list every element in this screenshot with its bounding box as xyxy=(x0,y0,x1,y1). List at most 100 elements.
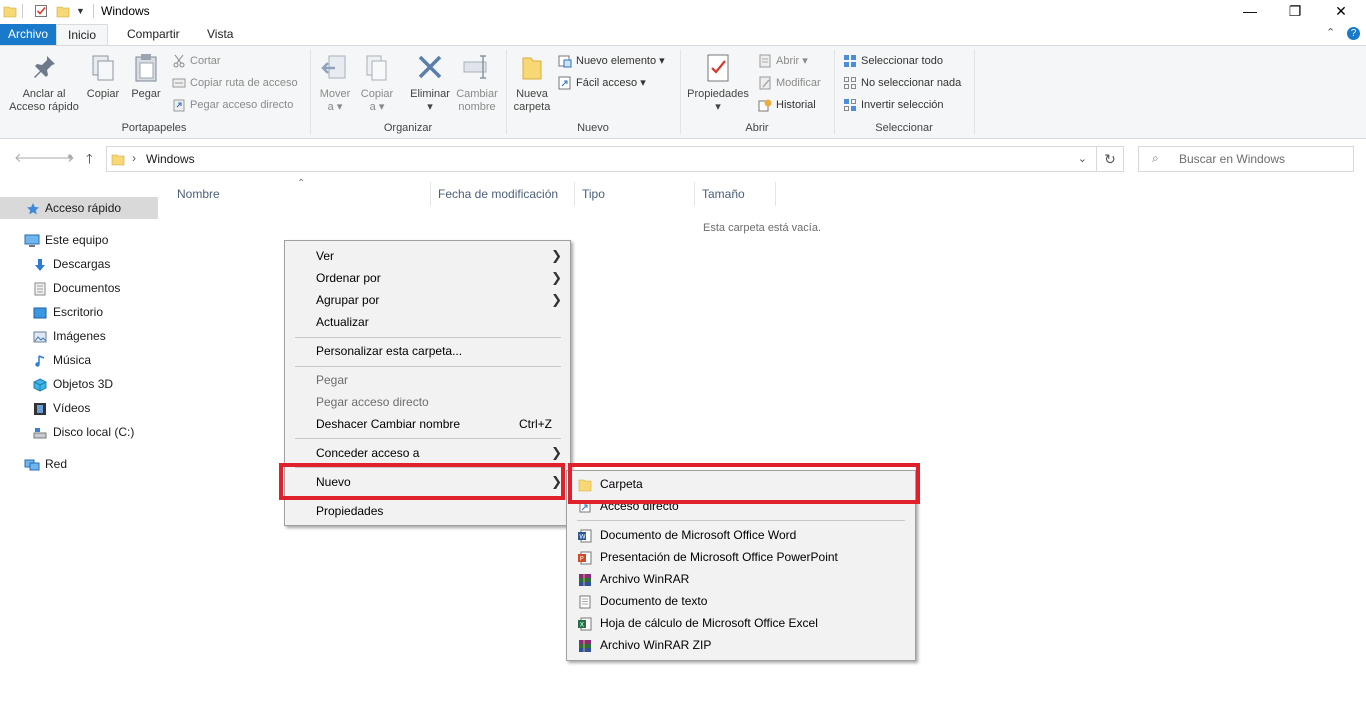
copy-button[interactable]: Copiar xyxy=(84,52,122,101)
select-none-button[interactable]: No seleccionar nada xyxy=(843,74,961,92)
new-folder-button[interactable]: Nueva carpeta xyxy=(511,52,553,114)
menu-item-undo-rename[interactable]: Deshacer Cambiar nombre Ctrl+Z xyxy=(285,413,570,435)
group-select-label: Seleccionar xyxy=(875,122,933,134)
ribbon: Anclar al Acceso rápido Copiar Pegar Cor… xyxy=(0,45,1366,139)
search-input[interactable]: Buscar en Windows xyxy=(1179,152,1285,166)
menu-item-paste[interactable]: Pegar xyxy=(285,369,570,391)
menu-item-refresh[interactable]: Actualizar xyxy=(285,311,570,333)
paste-shortcut-button[interactable]: Pegar acceso directo xyxy=(172,96,293,114)
menu-item-properties[interactable]: Propiedades xyxy=(285,500,570,522)
move-to-button[interactable]: Mover a ▾ xyxy=(316,52,354,114)
nav-item-pictures[interactable]: Imágenes xyxy=(0,325,158,347)
new-folder-label-1: Nueva xyxy=(516,88,548,100)
breadcrumb-windows[interactable]: Windows xyxy=(146,152,195,166)
copy-to-button[interactable]: Copiar a ▾ xyxy=(358,52,396,114)
help-icon[interactable]: ? xyxy=(1347,27,1360,40)
nav-item-desktop[interactable]: Escritorio xyxy=(0,301,158,323)
tab-file[interactable]: Archivo xyxy=(0,24,56,46)
rename-button[interactable]: Cambiar nombre xyxy=(454,52,500,114)
group-new-label: Nuevo xyxy=(577,122,609,134)
cut-button[interactable]: Cortar xyxy=(172,52,221,70)
properties-check-icon[interactable] xyxy=(34,4,48,18)
submenu-item-winrar[interactable]: Archivo WinRAR xyxy=(567,568,915,590)
paste-button[interactable]: Pegar xyxy=(127,52,165,101)
menu-item-sort-by[interactable]: Ordenar por ❯ xyxy=(285,267,570,289)
submenu-item-excel[interactable]: X Hoja de cálculo de Microsoft Office Ex… xyxy=(567,612,915,634)
easy-access-label: Fácil acceso ▾ xyxy=(576,77,646,89)
collapse-ribbon-icon[interactable]: ⌃ xyxy=(1326,26,1335,39)
nav-item-music[interactable]: Música xyxy=(0,349,158,371)
submenu-item-text-document[interactable]: Documento de texto xyxy=(567,590,915,612)
history-icon xyxy=(758,98,772,112)
divider xyxy=(22,4,23,18)
column-header-modified[interactable]: Fecha de modificación xyxy=(438,186,558,204)
submenu-item-word[interactable]: W Documento de Microsoft Office Word xyxy=(567,524,915,546)
address-dropdown-icon[interactable]: ⌄ xyxy=(1078,152,1087,165)
nav-item-downloads[interactable]: Descargas xyxy=(0,253,158,275)
recent-locations-chevron-icon[interactable]: ▼ xyxy=(66,153,74,162)
column-header-type[interactable]: Tipo xyxy=(582,186,605,204)
select-none-label: No seleccionar nada xyxy=(861,77,962,89)
column-divider[interactable] xyxy=(694,182,695,206)
close-button[interactable]: ✕ xyxy=(1318,0,1364,24)
nav-item-this-pc[interactable]: Este equipo xyxy=(0,229,158,251)
excel-icon: X xyxy=(578,616,592,631)
search-box[interactable]: ⌕ Buscar en Windows xyxy=(1138,146,1354,172)
menu-item-customize-folder[interactable]: Personalizar esta carpeta... xyxy=(285,340,570,362)
nav-label: Disco local (C:) xyxy=(53,425,135,439)
invert-selection-button[interactable]: Invertir selección xyxy=(843,96,944,114)
column-divider[interactable] xyxy=(574,182,575,206)
svg-text:P: P xyxy=(580,555,584,563)
edit-button[interactable]: Modificar xyxy=(758,74,821,92)
easy-access-button[interactable]: Fácil acceso ▾ xyxy=(558,74,646,92)
properties-dropdown-icon[interactable]: ▾ xyxy=(684,101,752,114)
tab-view[interactable]: Vista xyxy=(196,24,244,46)
nav-item-local-disk[interactable]: Disco local (C:) xyxy=(0,421,158,443)
open-button[interactable]: Abrir ▾ xyxy=(758,52,808,70)
copy-path-icon xyxy=(172,76,186,90)
column-divider[interactable] xyxy=(430,182,431,206)
tab-home[interactable]: Inicio xyxy=(56,24,109,47)
folder-icon xyxy=(111,152,125,166)
column-header-name[interactable]: Nombre xyxy=(177,186,220,204)
nav-item-3d-objects[interactable]: Objetos 3D xyxy=(0,373,158,395)
nav-item-network[interactable]: Red xyxy=(0,453,158,475)
select-all-button[interactable]: Seleccionar todo xyxy=(843,52,943,70)
new-item-button[interactable]: Nuevo elemento ▾ xyxy=(558,52,665,70)
delete-button[interactable]: Eliminar ▾ xyxy=(406,52,454,114)
menu-label: Pegar xyxy=(316,373,349,387)
new-folder-icon[interactable] xyxy=(56,4,70,18)
nav-item-quick-access[interactable]: Acceso rápido xyxy=(0,197,158,219)
delete-label: Eliminar xyxy=(410,88,450,100)
pin-quick-access-button[interactable]: Anclar al Acceso rápido xyxy=(6,52,82,114)
maximize-button[interactable]: ❐ xyxy=(1272,0,1318,24)
tab-share[interactable]: Compartir xyxy=(116,24,191,46)
menu-item-paste-shortcut[interactable]: Pegar acceso directo xyxy=(285,391,570,413)
menu-label: Presentación de Microsoft Office PowerPo… xyxy=(600,550,838,564)
breadcrumb-separator-icon[interactable]: › xyxy=(132,151,136,165)
column-header-size[interactable]: Tamaño xyxy=(702,186,745,204)
menu-item-group-by[interactable]: Agrupar por ❯ xyxy=(285,289,570,311)
delete-dropdown-icon[interactable]: ▾ xyxy=(406,101,454,114)
customize-toolbar-chevron-icon[interactable]: ▼ xyxy=(76,6,90,20)
copy-label: Copiar xyxy=(86,88,120,100)
column-divider[interactable] xyxy=(775,182,776,206)
nav-item-videos[interactable]: Vídeos xyxy=(0,397,158,419)
new-item-label: Nuevo elemento ▾ xyxy=(576,55,665,67)
menu-item-view[interactable]: Ver ❯ xyxy=(285,245,570,267)
nav-item-documents[interactable]: Documentos xyxy=(0,277,158,299)
nav-label: Escritorio xyxy=(53,305,104,319)
refresh-button[interactable]: ↻ xyxy=(1097,146,1124,172)
history-button[interactable]: Historial xyxy=(758,96,816,114)
properties-button[interactable]: Propiedades ▾ xyxy=(684,52,752,114)
menu-item-give-access[interactable]: Conceder acceso a ❯ xyxy=(285,442,570,464)
nav-label: Red xyxy=(45,457,68,471)
minimize-button[interactable]: — xyxy=(1227,0,1273,24)
address-bar[interactable]: › Windows ⌄ xyxy=(106,146,1097,172)
select-all-icon xyxy=(843,54,857,68)
up-arrow-icon[interactable]: 🡑 xyxy=(86,150,93,172)
submenu-item-powerpoint[interactable]: P Presentación de Microsoft Office Power… xyxy=(567,546,915,568)
menu-label: Ordenar por xyxy=(316,271,381,285)
submenu-item-winrar-zip[interactable]: Archivo WinRAR ZIP xyxy=(567,634,915,656)
copy-path-button[interactable]: Copiar ruta de acceso xyxy=(172,74,298,92)
